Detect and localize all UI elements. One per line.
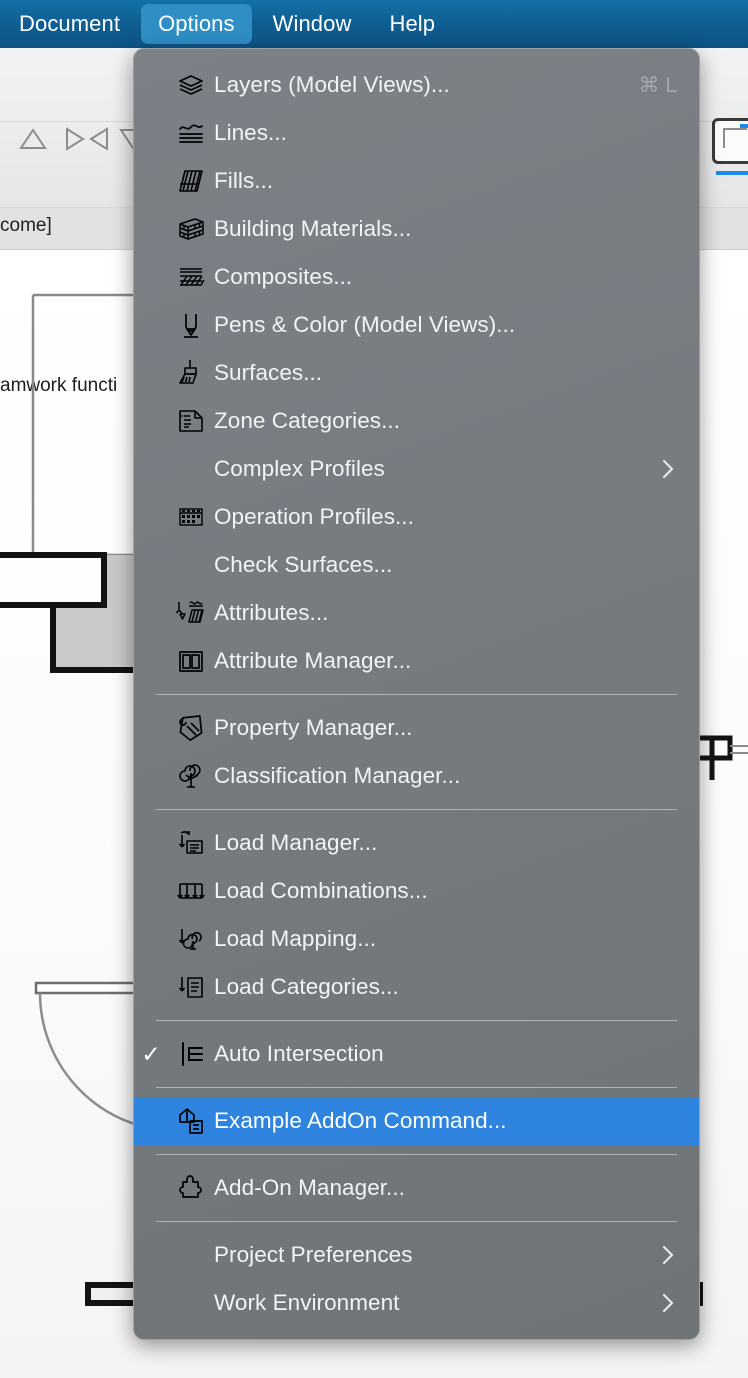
menubar-item-window[interactable]: Window: [256, 4, 369, 44]
menu-item-label: Add-On Manager...: [214, 1175, 405, 1200]
menu-item-attributes[interactable]: Attributes...: [134, 589, 699, 637]
menu-item-label: Attributes...: [214, 600, 329, 625]
zone-categories-icon: [168, 406, 214, 436]
menu-item-pens-color-model-views[interactable]: Pens & Color (Model Views)...: [134, 301, 699, 349]
menu-item-label: Attribute Manager...: [214, 648, 412, 673]
pen-icon: [168, 310, 214, 340]
load-categories-icon: [168, 972, 214, 1002]
load-manager-icon: [168, 828, 214, 858]
tool-accent-horizontal: [716, 171, 748, 175]
menu-item-label: Check Surfaces...: [214, 552, 393, 577]
menu-item-attribute-manager[interactable]: Attribute Manager...: [134, 637, 699, 685]
menu-item-label: Work Environment: [214, 1290, 400, 1315]
addon-command-icon: [168, 1106, 214, 1136]
chevron-right-icon: [655, 1292, 681, 1314]
menu-separator: [156, 694, 677, 695]
menu-item-label: Building Materials...: [214, 216, 412, 241]
menu-separator: [156, 809, 677, 810]
menubar-item-document[interactable]: Document: [2, 4, 137, 44]
menu-item-load-combinations[interactable]: Load Combinations...: [134, 867, 699, 915]
menu-item-label: Property Manager...: [214, 715, 413, 740]
menu-item-add-on-manager[interactable]: Add-On Manager...: [134, 1164, 699, 1212]
chevron-right-icon: [655, 458, 681, 480]
menu-item-label: Example AddOn Command...: [214, 1108, 507, 1133]
play-left-right-icon[interactable]: [62, 125, 112, 153]
chevron-right-icon: [655, 1244, 681, 1266]
building-materials-icon: [168, 214, 214, 244]
menu-item-label: Load Mapping...: [214, 926, 377, 951]
menu-item-label: Composites...: [214, 264, 353, 289]
menu-item-label: Auto Intersection: [214, 1041, 384, 1066]
fills-icon: [168, 166, 214, 196]
menu-bar: Document Options Window Help: [0, 0, 748, 48]
menu-item-label: Zone Categories...: [214, 408, 400, 433]
classification-tree-icon: [168, 761, 214, 791]
menu-separator: [156, 1087, 677, 1088]
auto-intersection-icon: [168, 1039, 214, 1069]
operation-profiles-icon: [168, 502, 214, 532]
attribute-manager-icon: [168, 646, 214, 676]
menu-item-composites[interactable]: Composites...: [134, 253, 699, 301]
menu-item-label: Pens & Color (Model Views)...: [214, 312, 516, 337]
options-dropdown-menu: Layers (Model Views)... ⌘ L Lines... Fill…: [133, 48, 700, 1340]
menu-item-label: Complex Profiles: [214, 456, 385, 481]
menu-item-check-surfaces[interactable]: Check Surfaces...: [134, 541, 699, 589]
menu-separator: [156, 1020, 677, 1021]
menu-item-label: Fills...: [214, 168, 274, 193]
document-tab-label[interactable]: come]: [0, 215, 52, 237]
menu-item-operation-profiles[interactable]: Operation Profiles...: [134, 493, 699, 541]
menu-item-surfaces[interactable]: Surfaces...: [134, 349, 699, 397]
triangle-up-icon[interactable]: [18, 125, 48, 153]
layers-icon: [168, 70, 214, 100]
menu-item-load-mapping[interactable]: Load Mapping...: [134, 915, 699, 963]
load-combinations-icon: [168, 876, 214, 906]
menu-item-classification-manager[interactable]: Classification Manager...: [134, 752, 699, 800]
menu-item-load-manager[interactable]: Load Manager...: [134, 819, 699, 867]
menubar-item-label: Help: [389, 11, 436, 36]
menu-item-label: Project Preferences: [214, 1242, 413, 1267]
menu-item-building-materials[interactable]: Building Materials...: [134, 205, 699, 253]
property-tag-icon: [168, 713, 214, 743]
menu-item-zone-categories[interactable]: Zone Categories...: [134, 397, 699, 445]
menu-separator: [156, 1221, 677, 1222]
composites-icon: [168, 262, 214, 292]
menu-item-label: Load Manager...: [214, 830, 378, 855]
menu-item-label: Surfaces...: [214, 360, 323, 385]
menu-item-load-categories[interactable]: Load Categories...: [134, 963, 699, 1011]
menu-item-work-environment[interactable]: Work Environment: [134, 1279, 699, 1327]
menu-item-label: Classification Manager...: [214, 763, 461, 788]
menu-item-fills[interactable]: Fills...: [134, 157, 699, 205]
menubar-item-label: Options: [158, 11, 235, 36]
lines-icon: [168, 118, 214, 148]
attributes-icon: [168, 598, 214, 628]
menu-item-project-preferences[interactable]: Project Preferences: [134, 1231, 699, 1279]
load-mapping-icon: [168, 924, 214, 954]
menu-item-shortcut: ⌘ L: [638, 73, 677, 97]
surfaces-brush-icon: [168, 358, 214, 388]
puzzle-icon: [168, 1173, 214, 1203]
menubar-item-options[interactable]: Options: [141, 4, 252, 44]
menu-separator: [156, 1154, 677, 1155]
menubar-item-label: Document: [19, 11, 121, 36]
menu-item-complex-profiles[interactable]: Complex Profiles: [134, 445, 699, 493]
tool-accent-vertical: [740, 124, 748, 128]
menu-item-label: Operation Profiles...: [214, 504, 414, 529]
menu-item-label: Lines...: [214, 120, 287, 145]
menu-item-property-manager[interactable]: Property Manager...: [134, 704, 699, 752]
menu-item-label: Load Categories...: [214, 974, 399, 999]
checkmark-icon: ✓: [141, 1040, 161, 1067]
menu-item-auto-intersection[interactable]: ✓ Auto Intersection: [134, 1030, 699, 1078]
menu-item-example-addon-command[interactable]: Example AddOn Command...: [134, 1097, 699, 1145]
menu-item-label: Load Combinations...: [214, 878, 428, 903]
menubar-item-help[interactable]: Help: [372, 4, 452, 44]
view-frame-inner: [723, 128, 747, 148]
menubar-item-label: Window: [272, 11, 352, 36]
menu-item-label: Layers (Model Views)...: [214, 72, 450, 97]
app-window: come] amwork functi Document Options Win…: [0, 0, 748, 1378]
menu-item-lines[interactable]: Lines...: [134, 109, 699, 157]
menu-item-layers-model-views[interactable]: Layers (Model Views)... ⌘ L: [134, 61, 699, 109]
